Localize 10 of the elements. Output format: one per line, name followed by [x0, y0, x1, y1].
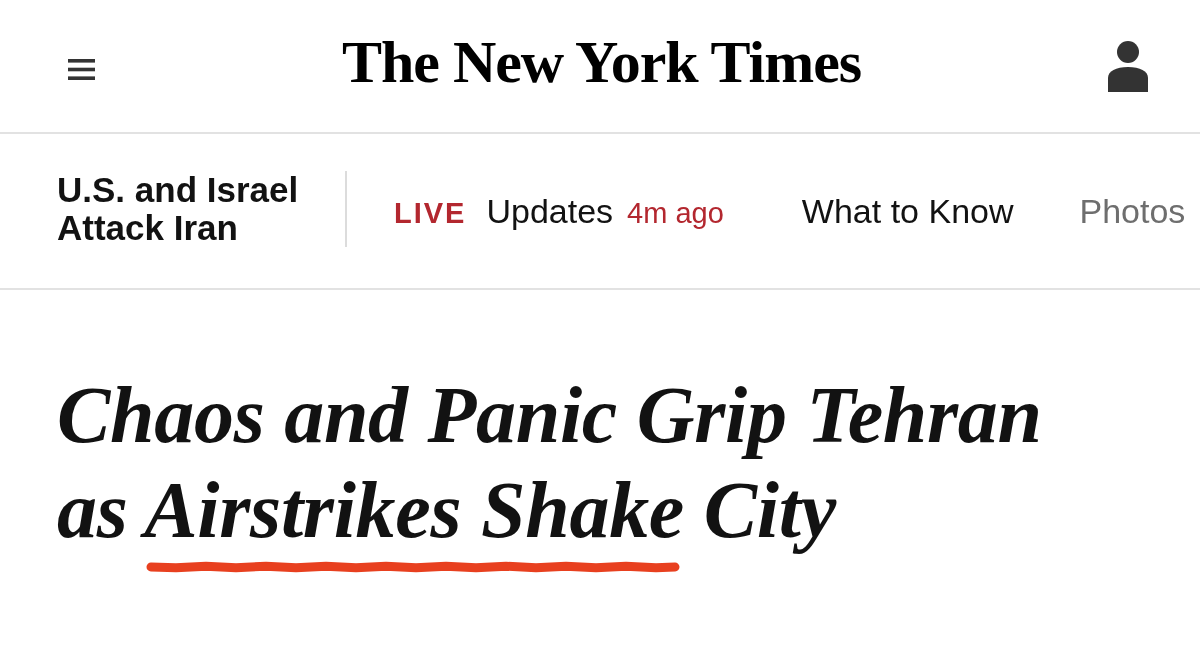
- account-icon[interactable]: [1108, 40, 1148, 92]
- newspaper-logo[interactable]: The New York Times: [341, 32, 862, 92]
- menu-icon[interactable]: [68, 58, 95, 80]
- timestamp: 4m ago: [627, 195, 724, 231]
- live-label: LIVE: [394, 195, 467, 231]
- headline: Chaos and Panic Grip Tehran as Airstrikes Shake City: [57, 370, 1043, 556]
- nav-link[interactable]: Photos: [1079, 185, 1186, 237]
- updates-link[interactable]: Updates: [486, 185, 614, 237]
- nav-link[interactable]: What to Know: [801, 185, 1014, 237]
- section-title[interactable]: U.S. and Israel Attack Iran: [57, 171, 319, 247]
